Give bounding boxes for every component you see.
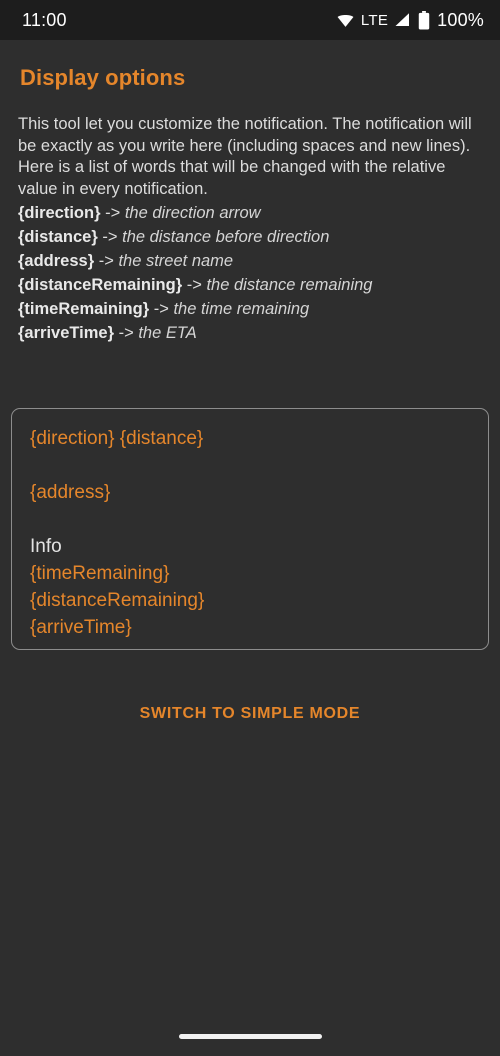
- wifi-icon: [336, 11, 355, 30]
- editor-line: {timeRemaining}: [30, 563, 170, 584]
- token-name: {distanceRemaining}: [18, 276, 183, 294]
- battery-icon: [418, 10, 430, 30]
- token-legend-item: {distanceRemaining} -> the distance rema…: [18, 273, 482, 297]
- page-title: Display options: [20, 65, 186, 90]
- notification-template-input[interactable]: {direction} {distance} {address} Info {t…: [11, 408, 489, 650]
- token-legend-list: {direction} -> the direction arrow {dist…: [0, 201, 500, 345]
- token-name: {arriveTime}: [18, 324, 115, 342]
- gesture-navigation-bar: [0, 1016, 500, 1056]
- token-name: {distance}: [18, 228, 98, 246]
- token-name: {timeRemaining}: [18, 300, 150, 318]
- network-type-label: LTE: [360, 11, 389, 29]
- token-legend-item: {distance} -> the distance before direct…: [18, 225, 482, 249]
- switch-mode-container: SWITCH TO SIMPLE MODE: [0, 695, 500, 733]
- status-bar-clock: 11:00: [22, 9, 67, 30]
- token-name: {direction}: [18, 204, 101, 222]
- battery-percent-label: 100%: [437, 9, 484, 30]
- token-description: the time remaining: [173, 300, 310, 318]
- token-description: the ETA: [138, 324, 197, 342]
- token-arrow: ->: [100, 204, 125, 222]
- switch-to-simple-mode-button[interactable]: SWITCH TO SIMPLE MODE: [126, 695, 375, 733]
- token-legend-item: {timeRemaining} -> the time remaining: [18, 297, 482, 321]
- token-legend-item: {address} -> the street name: [18, 249, 482, 273]
- editor-line: {arriveTime}: [30, 617, 132, 638]
- display-options-screen: Display options This tool let you custom…: [0, 40, 500, 1056]
- status-bar-indicators: LTE 100%: [336, 10, 484, 31]
- signal-icon: [394, 11, 412, 29]
- editor-line: Info: [30, 536, 62, 557]
- status-bar: 11:00 LTE 100%: [0, 0, 500, 40]
- editor-line: {distanceRemaining}: [30, 590, 205, 611]
- token-arrow: ->: [94, 252, 119, 270]
- token-description: the distance remaining: [206, 276, 373, 294]
- token-description: the distance before direction: [122, 228, 330, 246]
- token-legend-item: {arriveTime} -> the ETA: [18, 321, 482, 345]
- token-description: the direction arrow: [124, 204, 261, 222]
- token-arrow: ->: [114, 324, 139, 342]
- editor-line: {direction} {distance}: [30, 428, 204, 449]
- token-arrow: ->: [149, 300, 174, 318]
- token-arrow: ->: [97, 228, 123, 246]
- token-arrow: ->: [182, 276, 207, 294]
- token-legend-item: {direction} -> the direction arrow: [18, 201, 482, 225]
- token-description: the street name: [118, 252, 234, 270]
- home-gesture-pill[interactable]: [178, 1033, 322, 1039]
- editor-line: {address}: [30, 482, 111, 503]
- description-text: This tool let you customize the notifica…: [18, 115, 472, 198]
- token-name: {address}: [18, 252, 95, 270]
